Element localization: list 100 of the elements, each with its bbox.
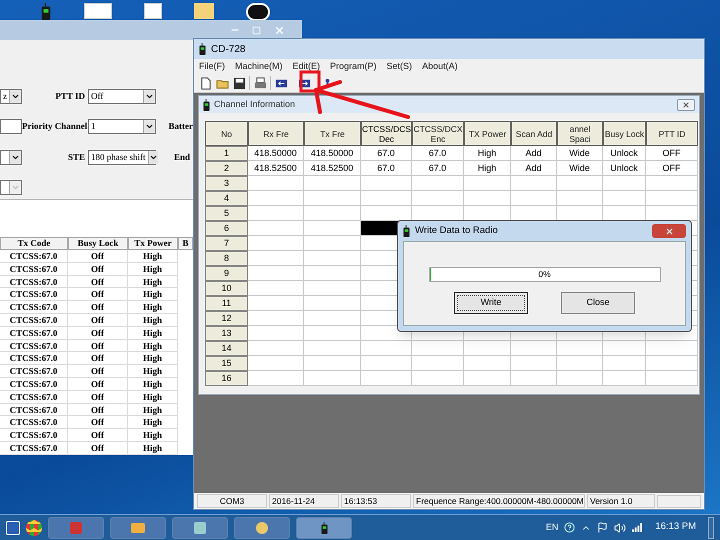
menu-item[interactable]: About(A) — [422, 60, 458, 74]
table-cell: CTCSS:67.0 — [0, 404, 68, 416]
table-cell: High — [464, 146, 511, 161]
ste-dropdown[interactable]: 180 phase shift — [88, 150, 156, 165]
table-cell — [361, 191, 412, 206]
table-cell — [304, 281, 361, 296]
browser-icon[interactable] — [26, 520, 42, 536]
save-icon[interactable] — [232, 76, 246, 90]
table-cell — [248, 251, 304, 266]
table-cell — [603, 371, 646, 386]
table-cell: High — [464, 161, 511, 176]
column-header: Scan Add — [511, 121, 557, 146]
table-cell — [304, 191, 361, 206]
table-cell: High — [128, 416, 178, 430]
table-cell: High — [128, 250, 178, 263]
table-cell: Wide — [557, 146, 603, 161]
row-number: 4 — [205, 191, 248, 206]
table-cell — [557, 371, 603, 386]
table-cell — [646, 356, 698, 371]
table-cell: Off — [68, 365, 128, 378]
field-label: Batter — [168, 120, 193, 133]
table-cell — [511, 191, 557, 206]
table-cell — [646, 206, 698, 221]
table-cell: Off — [68, 250, 128, 263]
taskbar-app[interactable] — [296, 516, 352, 538]
table-cell — [511, 356, 557, 371]
priority-channel-dropdown[interactable]: 1 — [88, 119, 156, 134]
table-cell — [511, 341, 557, 356]
signal-icon[interactable] — [632, 523, 644, 532]
table-cell: CTCSS:67.0 — [0, 416, 68, 430]
table-cell — [304, 311, 361, 326]
table-cell: CTCSS:67.0 — [0, 262, 68, 276]
menu-item[interactable]: Edit(E) — [292, 60, 320, 74]
radio-icon — [320, 522, 328, 534]
dialog-button[interactable]: Write — [454, 292, 528, 314]
table-cell: 418.50000 — [248, 146, 304, 161]
table-cell — [361, 206, 412, 221]
ptt-id-dropdown[interactable]: Off — [88, 88, 156, 104]
table-cell — [248, 356, 304, 371]
row-number: 8 — [205, 251, 248, 266]
text-input[interactable] — [0, 119, 22, 134]
row-number: 9 — [205, 266, 248, 281]
taskbar-app[interactable] — [172, 516, 228, 538]
column-header: Rx Fre — [248, 121, 304, 146]
table-cell: 418.50000 — [304, 146, 361, 161]
taskbar-app[interactable] — [110, 516, 166, 538]
unit-dropdown[interactable]: z — [0, 88, 22, 104]
table-cell — [557, 341, 603, 356]
status-text: 16:13:53 — [341, 494, 411, 508]
menu-item[interactable]: Set(S) — [386, 60, 412, 74]
menu-item[interactable]: Program(P) — [330, 60, 377, 74]
taskbar-app[interactable] — [234, 516, 290, 538]
help-icon[interactable] — [564, 522, 576, 533]
dialog-button[interactable]: Close — [561, 292, 635, 314]
table-cell: OFF — [646, 146, 698, 161]
table-cell — [304, 341, 361, 356]
printer-icon[interactable] — [253, 76, 267, 90]
table-cell: Unlock — [603, 161, 646, 176]
table-cell: High — [128, 352, 178, 366]
clock[interactable]: 16:13 PM — [649, 520, 702, 535]
table-cell — [361, 341, 412, 356]
close-button[interactable] — [677, 98, 695, 110]
show-desktop-button[interactable] — [708, 516, 714, 538]
table-cell: Off — [68, 326, 128, 340]
table-cell — [511, 371, 557, 386]
table-cell — [248, 176, 304, 191]
column-header: No — [205, 121, 248, 146]
close-button[interactable] — [652, 224, 686, 238]
column-header: Tx Fre — [304, 121, 361, 146]
table-cell — [511, 206, 557, 221]
table-cell: Add — [511, 161, 557, 176]
menu-item[interactable]: Machine(M) — [235, 60, 283, 74]
table-cell: CTCSS:67.0 — [0, 365, 68, 378]
column-header: B — [178, 237, 193, 250]
table-cell — [304, 206, 361, 221]
speaker-icon[interactable] — [614, 522, 626, 534]
row-number: 11 — [205, 296, 248, 311]
row-number: 1 — [205, 146, 248, 161]
table-cell — [603, 356, 646, 371]
table-cell — [557, 356, 603, 371]
table-cell — [304, 371, 361, 386]
row-number: 13 — [205, 326, 248, 341]
table-cell — [304, 326, 361, 341]
table-cell: Off — [68, 442, 128, 455]
menu-item[interactable]: File(F) — [199, 60, 225, 74]
word-processor-icon[interactable] — [6, 520, 20, 534]
column-header: CTCSS/DCS Dec — [361, 121, 412, 146]
column-header: Busy Lock — [68, 237, 128, 250]
table-cell: Off — [68, 352, 128, 366]
table-cell: CTCSS:67.0 — [0, 429, 68, 442]
app-icon — [194, 522, 206, 534]
setting-dropdown[interactable] — [0, 150, 22, 165]
table-cell — [603, 341, 646, 356]
table-cell — [304, 266, 361, 281]
language-indicator[interactable]: EN — [546, 520, 558, 534]
table-cell: High — [128, 404, 178, 416]
table-cell: 67.0 — [412, 161, 464, 176]
table-cell — [646, 191, 698, 206]
table-cell: 67.0 — [412, 146, 464, 161]
flag-icon[interactable] — [597, 522, 608, 533]
